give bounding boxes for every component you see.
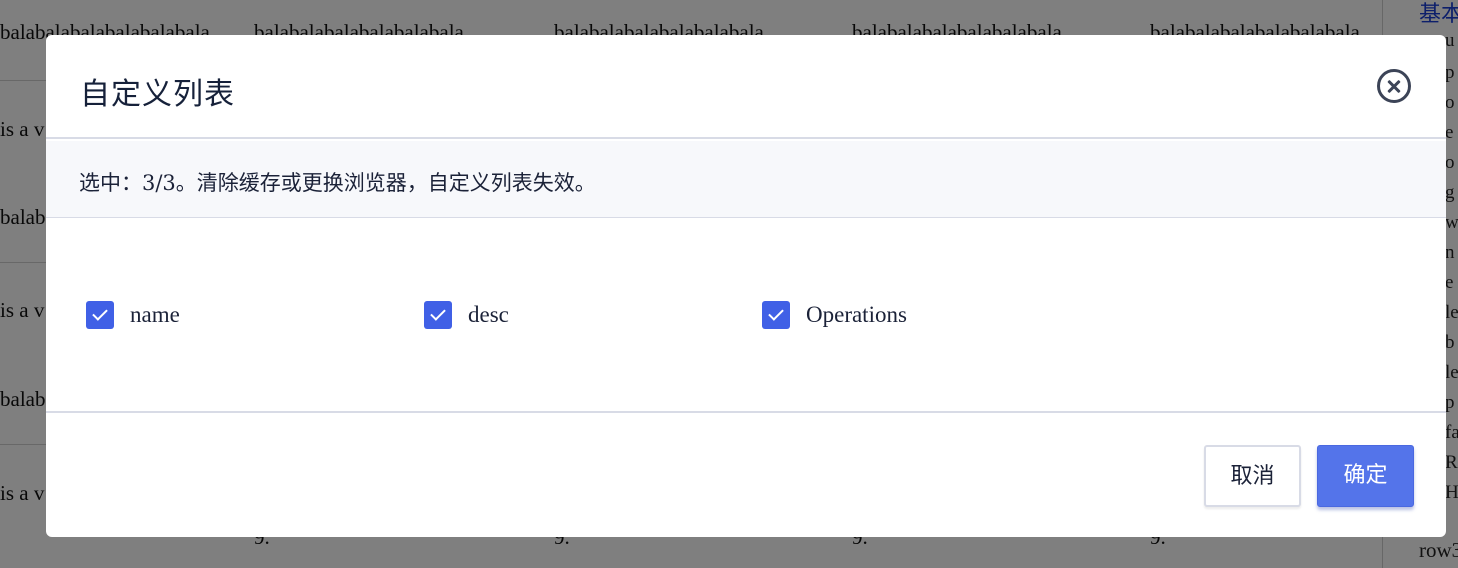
column-option-label: name [130,302,180,327]
selection-info-bar: 选中：3/3。清除缓存或更换浏览器，自定义列表失效。 [46,141,1446,218]
checkbox-checked-icon[interactable] [762,301,790,329]
column-option-label: Operations [806,302,907,327]
dialog-header: 自定义列表 [46,35,1446,139]
close-icon[interactable] [1377,69,1411,103]
checkbox-checked-icon[interactable] [86,301,114,329]
dialog-title: 自定义列表 [80,77,235,112]
dialog-footer: 取消 确定 [46,411,1446,537]
column-options: name desc Operations [46,219,1446,411]
selection-info-text: 选中：3/3。清除缓存或更换浏览器，自定义列表失效。 [79,171,596,195]
checkbox-checked-icon[interactable] [424,301,452,329]
column-option-label: desc [468,302,509,327]
confirm-button[interactable]: 确定 [1317,445,1414,507]
cancel-button[interactable]: 取消 [1204,445,1301,507]
custom-columns-dialog: 自定义列表 选中：3/3。清除缓存或更换浏览器，自定义列表失效。 name de… [46,35,1446,537]
